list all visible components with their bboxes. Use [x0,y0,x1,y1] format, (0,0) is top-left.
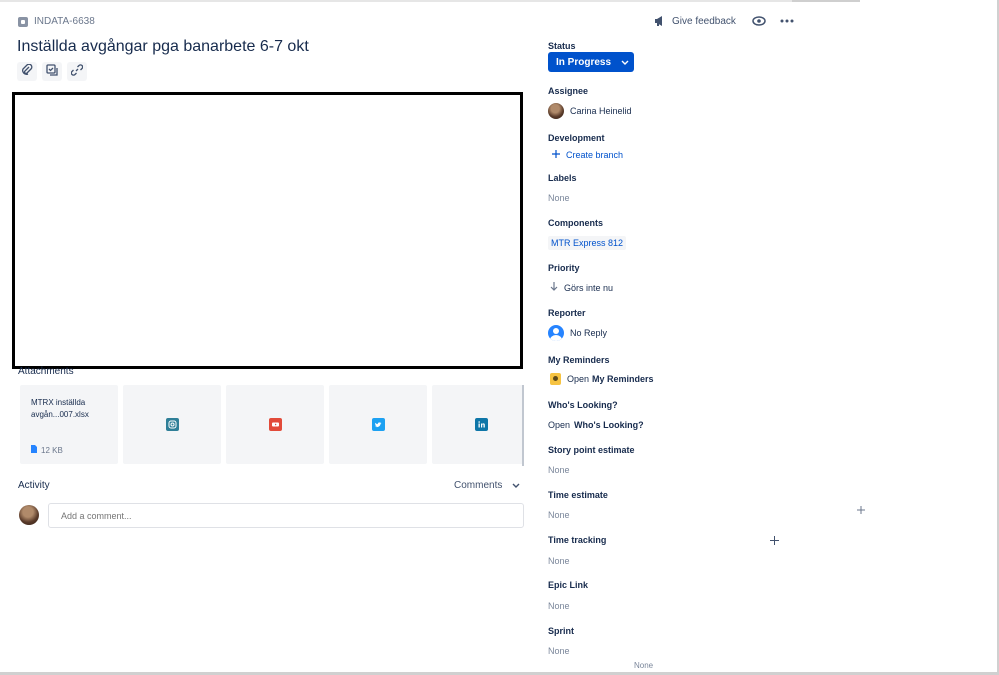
labels-label: Labels [548,173,577,183]
sprint-label: Sprint [548,626,574,636]
time-tracking-value[interactable]: None [548,556,570,566]
attachment-card-linkedin[interactable] [432,385,524,464]
create-branch-label: Create branch [566,150,624,160]
activity-heading: Activity [18,480,50,491]
assignee-label: Assignee [548,86,589,96]
current-user-avatar [19,505,39,525]
time-tracking-label: Time tracking [548,535,607,545]
issue-key-breadcrumb[interactable]: INDATA-6638 [18,16,95,27]
assignee-name: Carina Heinelid [570,106,632,116]
whos-looking-label: Who's Looking? [548,400,618,410]
attachment-card-xlsx[interactable]: MTRX inställda avgån...007.xlsx 12 KB [20,385,118,464]
story-point-value[interactable]: None [548,465,570,475]
epic-link-label: Epic Link [548,580,589,590]
twitter-icon [372,418,385,431]
watch-eye-icon[interactable] [752,16,766,26]
chevron-down-icon [621,57,629,68]
issue-toolbar [17,62,87,81]
reporter-label: Reporter [548,308,586,318]
reminder-icon [550,373,561,385]
subtask-icon [46,63,58,81]
time-estimate-label: Time estimate [548,490,608,500]
whos-looking-link[interactable]: Who's Looking? [574,420,644,430]
redacted-description [12,92,523,369]
instagram-icon [166,418,179,431]
components-label: Components [548,218,603,228]
link-issue-button[interactable] [67,62,87,81]
chevron-down-icon [512,480,520,491]
story-point-label: Story point estimate [548,445,635,455]
reporter-avatar [548,325,564,341]
attach-button[interactable] [17,62,37,81]
reporter-name: No Reply [570,328,608,338]
top-divider [0,0,860,2]
time-estimate-value[interactable]: None [548,510,570,520]
attachment-size: 12 KB [31,445,63,455]
priority-label: Priority [548,263,580,273]
give-feedback-label: Give feedback [672,15,736,27]
attachment-card-instagram[interactable] [123,385,221,464]
status-value: In Progress [556,56,612,68]
activity-filter-label: Comments [454,480,503,491]
bottom-field-value: None [634,661,654,670]
link-icon [70,63,84,81]
reminders-field[interactable]: Open My Reminders [550,373,654,385]
attachments-heading: Attachments [18,366,74,377]
assignee-avatar [548,103,564,119]
whos-looking-field[interactable]: Open Who's Looking? [548,420,644,430]
issue-title[interactable]: Inställda avgångar pga banarbete 6-7 okt [17,38,309,56]
reminders-label: My Reminders [548,355,610,365]
priority-value: Görs inte nu [564,282,614,293]
megaphone-icon [654,15,666,27]
file-icon [31,445,37,455]
header-actions: Give feedback [654,15,794,27]
labels-value[interactable]: None [548,193,570,203]
give-feedback-button[interactable]: Give feedback [654,15,736,27]
components-field[interactable]: MTR Express 812 [548,236,627,250]
attachment-filename: MTRX inställda avgån...007.xlsx [31,398,89,419]
whos-looking-open-label: Open [548,420,571,430]
activity-filter-dropdown[interactable]: Comments [454,480,520,491]
issue-type-icon [18,16,28,27]
arrow-down-icon [550,282,558,293]
attachments-strip: MTRX inställda avgån...007.xlsx 12 KB [20,385,524,466]
reporter-field[interactable]: No Reply [548,325,607,341]
attachment-card-twitter[interactable] [329,385,427,464]
priority-field[interactable]: Görs inte nu [550,282,613,293]
sprint-value[interactable]: None [548,646,570,656]
attachment-card-youtube[interactable] [226,385,324,464]
status-dropdown-button[interactable]: In Progress [548,52,634,72]
reminders-open-label: Open [567,374,590,384]
add-comment-input[interactable] [48,503,524,528]
paperclip-icon [21,63,33,81]
component-tag[interactable]: MTR Express 812 [548,236,627,250]
plus-icon [552,150,560,160]
linkedin-icon [475,418,488,431]
attachment-size-label: 12 KB [41,445,63,455]
add-child-issue-button[interactable] [42,62,62,81]
reminders-link[interactable]: My Reminders [592,374,654,384]
more-actions-icon[interactable] [780,19,794,23]
attachments-scrollbar[interactable] [522,385,524,466]
epic-link-value[interactable]: None [548,601,570,611]
issue-key[interactable]: INDATA-6638 [34,16,95,27]
create-branch-link[interactable]: Create branch [552,150,623,160]
plus-icon[interactable] [857,503,865,517]
development-label: Development [548,133,605,143]
youtube-icon [269,418,282,431]
assignee-field[interactable]: Carina Heinelid [548,103,632,119]
top-strip [792,0,860,2]
add-time-tracking-icon[interactable] [770,534,779,548]
status-label: Status [548,41,576,51]
